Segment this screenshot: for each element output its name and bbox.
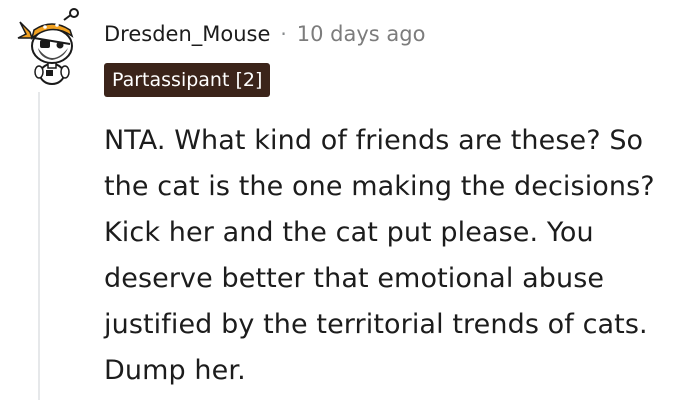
comment-body-line: Kick her and the cat put please. You [104, 217, 594, 248]
comment-timestamp[interactable]: 10 days ago [297, 16, 426, 52]
comment: Dresden_Mouse · 10 days ago Partassipant… [0, 0, 700, 400]
username-link[interactable]: Dresden_Mouse [104, 16, 270, 52]
user-flair-badge: Partassipant [2] [104, 63, 271, 97]
comment-body-line: Dump her. [104, 355, 246, 386]
comment-body-line: the cat is the one making the decisions? [104, 171, 655, 202]
snoo-avatar-icon [17, 8, 79, 85]
comment-header: Dresden_Mouse · 10 days ago [104, 16, 425, 52]
comment-body-line: deserve better that emotional abuse [104, 263, 605, 294]
comment-body-line: justified by the territorial trends of c… [104, 309, 648, 340]
avatar[interactable] [12, 8, 92, 88]
thread-line[interactable] [38, 92, 40, 400]
meta-separator: · [280, 22, 287, 46]
comment-body-line: NTA. What kind of friends are these? So [104, 125, 644, 156]
comment-body: NTA. What kind of friends are these? So … [104, 118, 696, 394]
